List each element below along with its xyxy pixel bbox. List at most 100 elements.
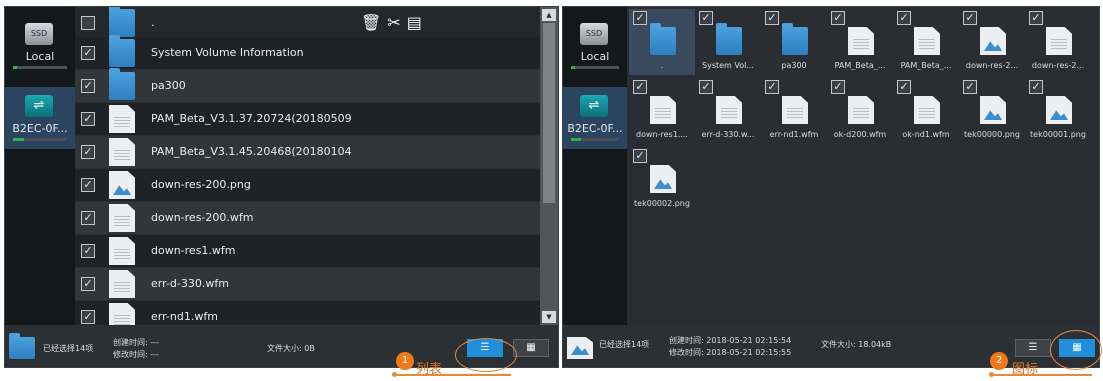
checkbox[interactable]: ✓ [765, 11, 779, 25]
checkbox[interactable]: ✓ [81, 277, 95, 291]
grid-tile[interactable]: ✓ err-d-330.w... [695, 78, 761, 144]
grid-tile[interactable]: ✓ ok-d200.wfm [827, 78, 893, 144]
document-icon [650, 96, 676, 124]
list-item[interactable]: ✓ down-res1.wfm [75, 235, 542, 267]
annotation-label: 列表 [416, 362, 443, 377]
list-item[interactable]: ✓ System Volume Information [75, 35, 542, 69]
tile-name: tek00000.png [964, 130, 1020, 139]
checkbox[interactable]: ✓ [81, 46, 95, 60]
grid-tile[interactable]: ✓ System Vol... [695, 9, 761, 75]
document-icon [782, 96, 808, 124]
file-size: 文件大小: 0B [267, 344, 315, 353]
drive-usb[interactable]: ⇌ B2EC-0F... [563, 87, 627, 149]
checkbox[interactable]: ✓ [1029, 11, 1043, 25]
checkbox[interactable]: ✓ [81, 178, 95, 192]
checkbox[interactable]: ✓ [699, 80, 713, 94]
grid-tile[interactable]: ✓ pa300 [761, 9, 827, 75]
vertical-scrollbar[interactable]: ▲ ▼ [540, 7, 558, 325]
grid-tile[interactable]: ✓ tek00001.png [1025, 78, 1091, 144]
checkbox[interactable]: ✓ [81, 112, 95, 126]
grid-tile[interactable]: ✓ PAM_Beta_... [893, 9, 959, 75]
tile-name: down-res-2... [1031, 61, 1085, 70]
folder-icon [650, 23, 676, 55]
tile-name: down-res-2... [965, 61, 1019, 70]
checkbox[interactable]: ✓ [765, 80, 779, 94]
drive-usage-bar [13, 138, 67, 141]
delete-icon[interactable]: 🗑 [361, 13, 387, 32]
icon-view-button[interactable]: ▦ [513, 339, 549, 357]
list-item[interactable]: ✓ pa300 [75, 68, 542, 102]
list-item[interactable]: ✓ down-res-200.png [75, 169, 542, 201]
list-item[interactable]: ✓ PAM_Beta_V3.1.45.20468(20180104 [75, 136, 542, 168]
tile-name: ok-nd1.wfm [902, 130, 950, 139]
drive-label: Local [25, 50, 55, 63]
annotation-number-badge: 1 [396, 352, 414, 370]
checkbox[interactable]: ✓ [897, 11, 911, 25]
modified-time: 修改时间: --- [113, 350, 159, 359]
grid-tile[interactable]: ✓ err-nd1.wfm [761, 78, 827, 144]
checkbox[interactable] [81, 16, 95, 30]
drive-local[interactable]: SSD Local [5, 15, 75, 77]
checkbox[interactable]: ✓ [81, 145, 95, 159]
annotation-highlight-oval [1050, 330, 1102, 370]
grid-tile[interactable]: ✓ ok-nd1.wfm [893, 78, 959, 144]
drive-sidebar: SSD Local ⇌ B2EC-0F... [563, 7, 627, 325]
grid-tile[interactable]: ✓ tek00002.png [629, 147, 695, 213]
image-file-icon [567, 337, 593, 359]
grid-tile[interactable]: ✓ down-res-2... [959, 9, 1025, 75]
document-icon [109, 237, 135, 265]
checkbox[interactable]: ✓ [699, 11, 713, 25]
folder-icon [9, 333, 35, 359]
checkbox[interactable]: ✓ [633, 149, 647, 163]
list-item[interactable]: . 🗑✂▤ [75, 7, 542, 39]
document-icon [109, 105, 135, 133]
checkbox[interactable]: ✓ [633, 11, 647, 25]
checkbox[interactable]: ✓ [831, 11, 845, 25]
drive-label: B2EC-0F... [567, 122, 623, 135]
checkbox[interactable]: ✓ [81, 244, 95, 258]
checkbox[interactable]: ✓ [81, 310, 95, 324]
annotation-label: 图标 [1012, 362, 1039, 377]
file-name: System Volume Information [151, 46, 304, 59]
grid-tile[interactable]: ✓ tek00000.png [959, 78, 1025, 144]
tile-name: . [660, 61, 664, 70]
document-icon [109, 303, 135, 325]
checkbox[interactable]: ✓ [633, 80, 647, 94]
drive-local[interactable]: SSD Local [563, 15, 627, 77]
checkbox[interactable]: ✓ [897, 80, 911, 94]
annotation-underline [992, 374, 1092, 376]
document-icon [1046, 27, 1072, 55]
cut-icon[interactable]: ✂ [387, 13, 406, 32]
file-size: 文件大小: 18.04kB [821, 340, 892, 349]
checkbox[interactable]: ✓ [81, 211, 95, 225]
grid-tile[interactable]: ✓ PAM_Beta_... [827, 9, 893, 75]
checkbox[interactable]: ✓ [963, 80, 977, 94]
grid-tile[interactable]: ✓ down-res-2... [1025, 9, 1091, 75]
file-name: PAM_Beta_V3.1.37.20724(20180509 [151, 112, 352, 125]
list-item[interactable]: ✓ PAM_Beta_V3.1.37.20724(20180509 [75, 103, 542, 135]
list-view-button[interactable]: ☰ [1015, 339, 1051, 357]
selected-count: 已经选择14项 [43, 344, 94, 353]
list-item[interactable]: ✓ err-nd1.wfm [75, 301, 542, 325]
list-item[interactable]: ✓ down-res-200.wfm [75, 202, 542, 234]
drive-usb[interactable]: ⇌ B2EC-0F... [5, 87, 75, 149]
checkbox[interactable]: ✓ [81, 79, 95, 93]
grid-tile[interactable]: ✓ down-res1.... [629, 78, 695, 144]
document-icon [716, 96, 742, 124]
checkbox[interactable]: ✓ [831, 80, 845, 94]
folder-icon [109, 7, 135, 37]
usb-drive-icon: ⇌ [580, 95, 608, 117]
scroll-thumb[interactable] [543, 23, 555, 203]
scroll-down-icon[interactable]: ▼ [542, 311, 556, 323]
document-icon [109, 204, 135, 232]
drive-usage-bar [571, 138, 619, 141]
grid-tile[interactable]: ✓. [629, 9, 695, 75]
image-file-icon [980, 96, 1006, 124]
list-item[interactable]: ✓ err-d-330.wfm [75, 268, 542, 300]
annotation-dot [989, 372, 994, 377]
paste-icon[interactable]: ▤ [407, 13, 428, 32]
tile-name: PAM_Beta_... [834, 61, 886, 70]
scroll-up-icon[interactable]: ▲ [542, 9, 556, 21]
checkbox[interactable]: ✓ [1029, 80, 1043, 94]
checkbox[interactable]: ✓ [963, 11, 977, 25]
